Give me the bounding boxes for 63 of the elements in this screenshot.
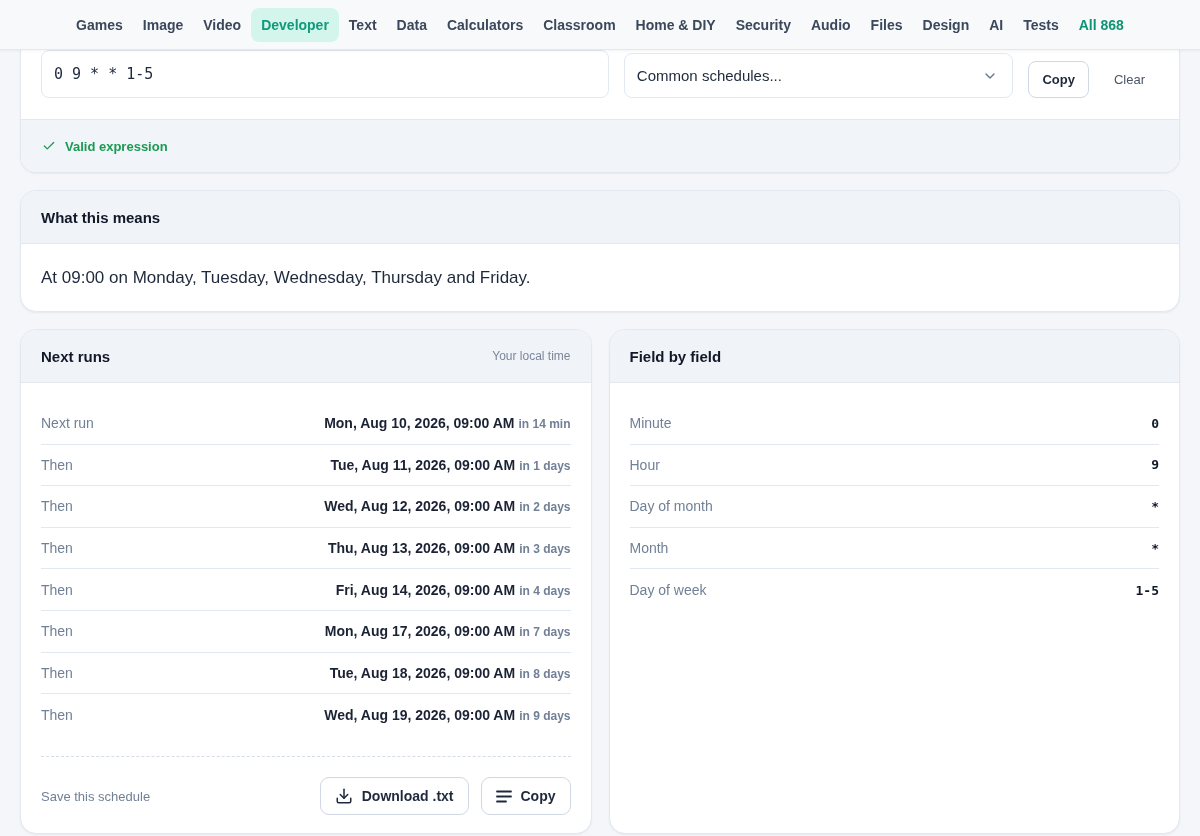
save-schedule-label: Save this schedule [41, 788, 151, 804]
field-value: * [1151, 540, 1159, 556]
run-label: Then [41, 623, 73, 640]
nav-tab[interactable]: Image [132, 7, 194, 42]
run-label: Then [41, 581, 73, 598]
run-datetime: Thu, Aug 13, 2026, 09:00 AM [327, 540, 516, 557]
run-datetime: Fri, Aug 14, 2026, 09:00 AM [335, 581, 516, 598]
run-label: Then [41, 498, 73, 515]
nav-tab[interactable]: Tests [1013, 7, 1069, 42]
field-value: 1-5 [1135, 582, 1159, 598]
field-name: Hour [629, 456, 660, 473]
run-label: Then [41, 540, 73, 557]
nav-tab[interactable]: Games [66, 7, 133, 42]
field-value: * [1151, 499, 1159, 514]
lines-icon [495, 789, 512, 803]
field-name: Month [629, 540, 669, 557]
download-icon [334, 787, 353, 805]
run-datetime: Wed, Aug 19, 2026, 09:00 AM [324, 706, 516, 723]
run-label: Then [41, 664, 73, 681]
nav-tab[interactable]: Classroom [533, 7, 626, 42]
run-label: Next run [41, 415, 94, 432]
all-tools-link[interactable]: All 868 [1068, 7, 1134, 42]
schedule-select[interactable]: Common schedules... [623, 53, 1014, 98]
nav-tab[interactable]: Video [193, 7, 252, 42]
field-value: 9 [1151, 457, 1159, 473]
relative-time: in 14 min [518, 417, 571, 432]
run-datetime: Mon, Aug 17, 2026, 09:00 AM [324, 623, 516, 640]
copy-button[interactable]: Copy [1028, 61, 1089, 98]
run-datetime: Tue, Aug 18, 2026, 09:00 AM [329, 664, 516, 681]
copy-button[interactable]: Copy [480, 777, 571, 815]
nav-tab[interactable]: Audio [800, 7, 861, 42]
run-label: Then [41, 456, 73, 473]
relative-time: in 1 days [519, 458, 571, 473]
relative-time: in 4 days [519, 583, 571, 598]
nav-tab[interactable]: Calculators [436, 7, 534, 42]
field-value: 0 [1151, 415, 1159, 431]
cron-expression-input[interactable]: 0 9 * * 1-5 [41, 50, 609, 98]
download-button[interactable]: Download .txt [319, 777, 469, 815]
field-name: Day of week [629, 582, 707, 599]
relative-time: in 3 days [519, 542, 571, 557]
nav-tab[interactable]: AI [979, 7, 1014, 42]
meaning-text: At 09:00 on Monday, Tuesday, Wednesday, Thursday and Friday. [40, 266, 532, 289]
nav-tab[interactable]: Design [912, 7, 980, 42]
run-datetime: Wed, Aug 12, 2026, 09:00 AM [324, 498, 516, 515]
relative-time: in 8 days [519, 666, 571, 681]
run-datetime: Mon, Aug 10, 2026, 09:00 AM [324, 415, 515, 432]
card-title: Field by field [629, 347, 722, 365]
nav-tab[interactable]: Data [386, 7, 437, 42]
status-text: Valid expression [65, 138, 168, 154]
relative-time: in 7 days [519, 625, 571, 640]
field-name: Day of month [629, 498, 713, 515]
nav-tab[interactable]: Text [338, 7, 387, 42]
card-title: What this means [41, 208, 161, 226]
timezone-note: Your local time [492, 349, 571, 363]
relative-time: in 9 days [519, 708, 571, 723]
run-datetime: Tue, Aug 11, 2026, 09:00 AM [330, 456, 516, 473]
run-label: Then [41, 706, 73, 723]
relative-time: in 2 days [519, 500, 571, 515]
field-name: Minute [629, 415, 672, 432]
nav-tab[interactable]: Home & DIY [625, 7, 726, 42]
nav-tab[interactable]: Security [725, 7, 801, 42]
nav-tab[interactable]: Files [860, 7, 913, 42]
card-title: Next runs [41, 347, 111, 365]
